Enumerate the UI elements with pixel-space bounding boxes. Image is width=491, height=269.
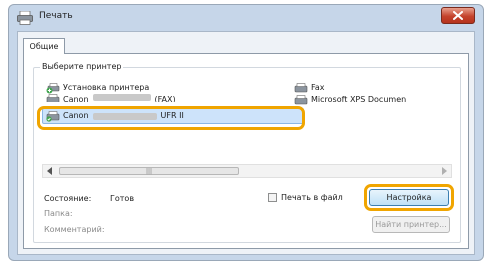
comment-label: Комментарий: (44, 225, 105, 234)
list-item-label: Microsoft XPS Documen (311, 95, 407, 104)
add-printer-icon (46, 82, 60, 93)
print-to-file-checkbox[interactable] (268, 193, 277, 202)
horizontal-scrollbar[interactable]: ||| (42, 164, 452, 178)
printer-group-label: Выберите принтер (40, 62, 124, 71)
list-item-label-suffix: (FAX) (154, 95, 176, 102)
printer-highlight-ring (37, 106, 305, 130)
window-title: Печать (39, 11, 73, 21)
print-to-file-label[interactable]: Печать в файл (281, 193, 343, 202)
printer-icon (17, 11, 33, 25)
status-value: Готов (110, 194, 135, 203)
list-item-fax[interactable]: Fax (294, 82, 325, 94)
dialog-client-area: Общие Выберите принтер Установка принтер… (17, 31, 475, 255)
scroll-thumb[interactable]: ||| (59, 167, 239, 175)
close-icon (453, 11, 463, 20)
fax-icon (294, 82, 308, 92)
list-item-xps[interactable]: Microsoft XPS Documen (294, 94, 406, 106)
list-item-label: Установка принтера (63, 83, 150, 92)
scroll-right-icon[interactable] (442, 167, 447, 175)
list-item-canon-fax[interactable]: Canon (FAX) (46, 94, 176, 102)
preferences-highlight-ring (364, 184, 454, 211)
tab-panel-general: Выберите принтер Установка принтера Cano… (23, 53, 469, 249)
list-item-label: Fax (311, 83, 325, 92)
tab-general[interactable]: Общие (23, 38, 65, 54)
status-label: Состояние: (44, 194, 92, 203)
close-button[interactable] (441, 7, 475, 24)
list-item-label-prefix: Canon (63, 95, 89, 102)
folder-label: Папка: (44, 209, 73, 218)
find-printer-button[interactable]: Найти принтер... (372, 216, 450, 233)
scroll-left-icon[interactable] (47, 167, 52, 175)
fax-printer-icon (46, 94, 60, 102)
title-bar[interactable]: Печать (9, 5, 483, 31)
scroll-grip: ||| (145, 167, 153, 175)
print-dialog-window: Печать Общие Выберите принтер Установка … (8, 4, 484, 261)
redacted-model (92, 94, 151, 101)
xps-printer-icon (294, 94, 308, 104)
list-item-add-printer[interactable]: Установка принтера (46, 82, 149, 94)
